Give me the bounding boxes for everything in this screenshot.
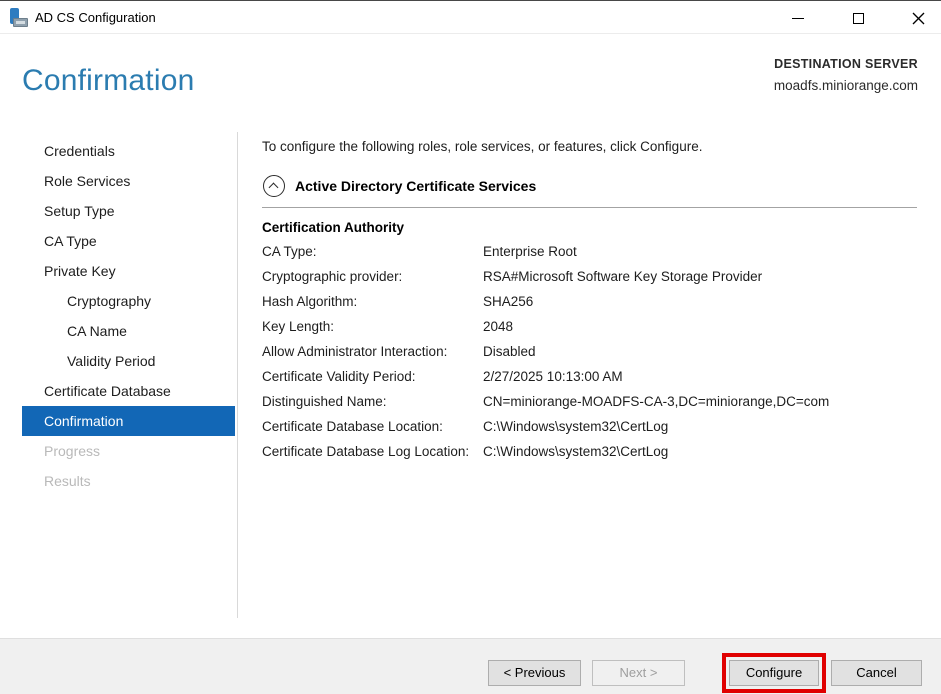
next-button[interactable]: Next > [592, 660, 685, 686]
confirmation-details: CA Type: Enterprise Root Cryptographic p… [262, 242, 918, 467]
configure-button[interactable]: Configure [729, 660, 819, 686]
detail-row-validity-period: Certificate Validity Period: 2/27/2025 1… [262, 367, 918, 392]
detail-row-db-location: Certificate Database Location: C:\Window… [262, 417, 918, 442]
minimize-button[interactable] [784, 5, 812, 31]
close-button[interactable] [904, 5, 932, 31]
confirmation-intro-text: To configure the following roles, role s… [262, 139, 918, 154]
detail-label: Distinguished Name: [262, 392, 483, 412]
wizard-footer: < Previous Next > Configure Cancel [0, 638, 941, 694]
destination-server-block: DESTINATION SERVER moadfs.miniorange.com [774, 57, 918, 93]
detail-row-cryptographic-provider: Cryptographic provider: RSA#Microsoft So… [262, 267, 918, 292]
sidebar-item-cryptography[interactable]: Cryptography [22, 286, 235, 316]
close-icon [912, 12, 925, 25]
sidebar-item-certificate-database[interactable]: Certificate Database [22, 376, 235, 406]
sidebar-item-confirmation[interactable]: Confirmation [22, 406, 235, 436]
detail-label: Certificate Database Location: [262, 417, 483, 437]
detail-row-distinguished-name: Distinguished Name: CN=miniorange-MOADFS… [262, 392, 918, 417]
page-title: Confirmation [22, 64, 194, 98]
detail-value: SHA256 [483, 292, 918, 312]
detail-value: 2/27/2025 10:13:00 AM [483, 367, 918, 387]
detail-value: C:\Windows\system32\CertLog [483, 442, 918, 462]
detail-label: CA Type: [262, 242, 483, 262]
sidebar-item-validity-period[interactable]: Validity Period [22, 346, 235, 376]
maximize-icon [853, 13, 864, 24]
detail-value: C:\Windows\system32\CertLog [483, 417, 918, 437]
sidebar-item-credentials[interactable]: Credentials [22, 136, 235, 166]
sidebar-item-role-services[interactable]: Role Services [22, 166, 235, 196]
detail-value: CN=miniorange-MOADFS-CA-3,DC=miniorange,… [483, 392, 918, 412]
detail-label: Certificate Validity Period: [262, 367, 483, 387]
detail-label: Allow Administrator Interaction: [262, 342, 483, 362]
sidebar-content-divider [237, 132, 238, 618]
sidebar-item-ca-name[interactable]: CA Name [22, 316, 235, 346]
group-title: Certification Authority [262, 220, 404, 235]
detail-row-key-length: Key Length: 2048 [262, 317, 918, 342]
title-bar: AD CS Configuration [0, 1, 941, 34]
wizard-nav: Credentials Role Services Setup Type CA … [22, 136, 235, 496]
detail-value: RSA#Microsoft Software Key Storage Provi… [483, 267, 918, 287]
role-section-header: Active Directory Certificate Services [263, 175, 536, 197]
detail-row-ca-type: CA Type: Enterprise Root [262, 242, 918, 267]
sidebar-item-setup-type[interactable]: Setup Type [22, 196, 235, 226]
chevron-up-icon [269, 183, 279, 193]
detail-row-hash-algorithm: Hash Algorithm: SHA256 [262, 292, 918, 317]
previous-button[interactable]: < Previous [488, 660, 581, 686]
detail-value: 2048 [483, 317, 918, 337]
destination-server-label: DESTINATION SERVER [774, 57, 918, 71]
detail-value: Disabled [483, 342, 918, 362]
minimize-icon [792, 18, 804, 19]
detail-label: Cryptographic provider: [262, 267, 483, 287]
detail-label: Key Length: [262, 317, 483, 337]
section-rule [262, 207, 917, 208]
sidebar-item-results: Results [22, 466, 235, 496]
collapse-section-button[interactable] [263, 175, 285, 197]
maximize-button[interactable] [844, 5, 872, 31]
configure-highlight-annotation: Configure [722, 653, 826, 693]
detail-row-db-log-location: Certificate Database Log Location: C:\Wi… [262, 442, 918, 467]
detail-value: Enterprise Root [483, 242, 918, 262]
window-title: AD CS Configuration [35, 10, 156, 25]
cancel-button[interactable]: Cancel [831, 660, 922, 686]
server-manager-icon [9, 8, 29, 28]
detail-label: Hash Algorithm: [262, 292, 483, 312]
sidebar-item-ca-type[interactable]: CA Type [22, 226, 235, 256]
sidebar-item-private-key[interactable]: Private Key [22, 256, 235, 286]
sidebar-item-progress: Progress [22, 436, 235, 466]
detail-row-admin-interaction: Allow Administrator Interaction: Disable… [262, 342, 918, 367]
destination-server-value: moadfs.miniorange.com [774, 78, 918, 93]
detail-label: Certificate Database Log Location: [262, 442, 483, 462]
role-section-title: Active Directory Certificate Services [295, 178, 536, 194]
